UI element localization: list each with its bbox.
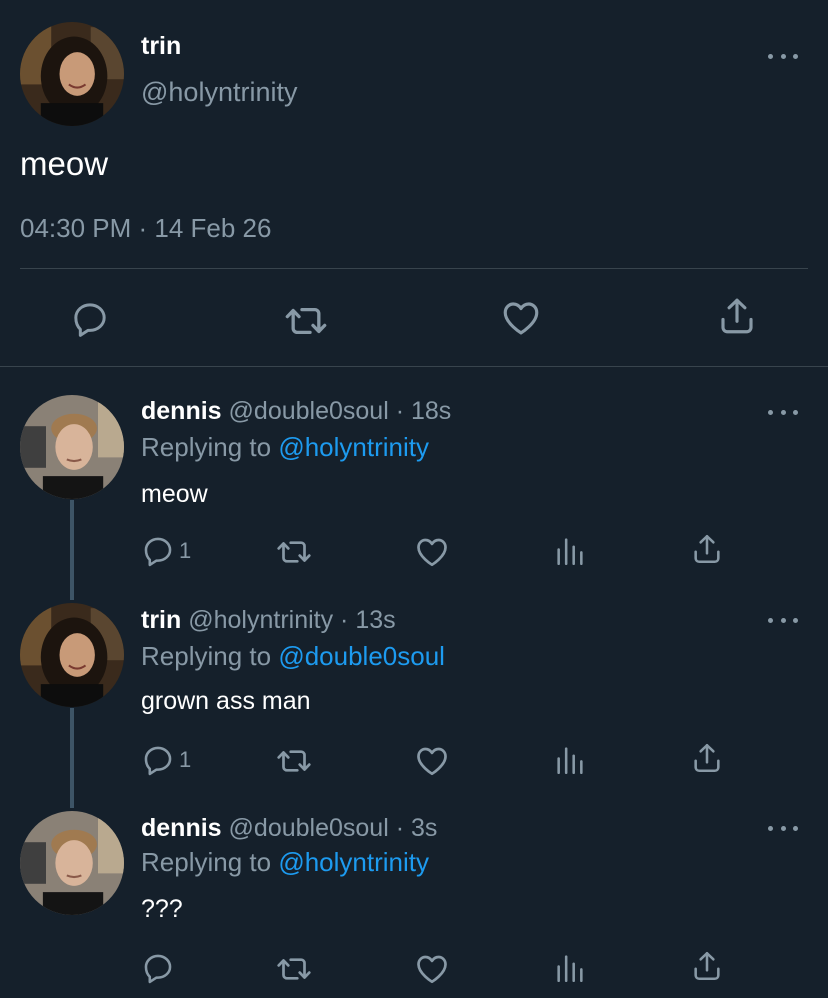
like-icon[interactable]	[414, 534, 450, 570]
like-icon[interactable]	[414, 743, 450, 779]
replying-to: Replying to @holyntrinity	[141, 847, 429, 878]
mention-link[interactable]: @holyntrinity	[278, 847, 429, 877]
author-name[interactable]: dennis	[141, 814, 222, 842]
separator: ·	[388, 814, 411, 842]
reply-icon	[141, 534, 175, 568]
replying-prefix: Replying to	[141, 641, 279, 671]
replying-prefix: Replying to	[141, 847, 279, 877]
tweet-text: meow	[20, 145, 109, 182]
author-handle[interactable]: @holyntrinity	[188, 606, 333, 634]
replying-prefix: Replying to	[141, 432, 279, 462]
reply-text: meow	[141, 480, 208, 508]
replying-to: Replying to @double0soul	[141, 641, 445, 672]
avatar[interactable]	[20, 811, 124, 915]
divider	[20, 268, 808, 269]
reply-time[interactable]: 13s	[355, 606, 395, 634]
like-icon[interactable]	[500, 297, 542, 339]
reply-button[interactable]	[141, 951, 179, 985]
share-icon[interactable]	[690, 532, 724, 566]
reply-icon	[141, 951, 175, 985]
author-handle[interactable]: @double0soul	[229, 814, 389, 842]
reply-header: trin @holyntrinity · 13s	[141, 606, 396, 635]
author-name[interactable]: trin	[141, 606, 181, 634]
retweet-icon[interactable]	[276, 534, 312, 570]
reply-icon	[141, 743, 175, 777]
reply-count: 1	[179, 538, 192, 563]
main-tweet: trin @holyntrinity meow 04:30 PM · 14 Fe…	[0, 0, 828, 367]
reply-tweet: dennis @double0soul · 3s Replying to @ho…	[0, 809, 828, 998]
reply-header: dennis @double0soul · 18s	[141, 397, 451, 426]
retweet-icon[interactable]	[284, 299, 328, 343]
reply-text: ???	[141, 895, 183, 923]
separator: ·	[388, 397, 411, 425]
analytics-icon[interactable]	[553, 534, 587, 568]
reply-icon[interactable]	[70, 299, 110, 339]
mention-link[interactable]: @double0soul	[278, 641, 445, 671]
reply-button[interactable]: 1	[141, 534, 191, 568]
reply-text: grown ass man	[141, 687, 311, 715]
retweet-icon[interactable]	[276, 951, 312, 987]
more-options-icon[interactable]	[768, 823, 798, 833]
author-name[interactable]: trin	[141, 32, 181, 61]
separator: ·	[333, 606, 356, 634]
mention-link[interactable]: @holyntrinity	[278, 432, 429, 462]
author-handle[interactable]: @holyntrinity	[141, 77, 297, 108]
tweet-timestamp[interactable]: 04:30 PM · 14 Feb 26	[20, 213, 271, 244]
reply-count: 1	[179, 747, 192, 772]
more-options-icon[interactable]	[768, 51, 798, 61]
author-name[interactable]: dennis	[141, 397, 222, 425]
avatar[interactable]	[20, 22, 124, 126]
more-options-icon[interactable]	[768, 407, 798, 417]
reply-button[interactable]: 1	[141, 743, 191, 777]
avatar[interactable]	[20, 395, 124, 499]
reply-tweet: trin @holyntrinity · 13s Replying to @do…	[0, 601, 828, 809]
author-handle[interactable]: @double0soul	[229, 397, 389, 425]
tweet-actions	[0, 295, 828, 345]
retweet-icon[interactable]	[276, 743, 312, 779]
share-icon[interactable]	[690, 949, 724, 983]
more-options-icon[interactable]	[768, 615, 798, 625]
reply-tweet: dennis @double0soul · 18s Replying to @h…	[0, 392, 828, 600]
analytics-icon[interactable]	[553, 743, 587, 777]
reply-header: dennis @double0soul · 3s	[141, 814, 437, 843]
like-icon[interactable]	[414, 951, 450, 987]
analytics-icon[interactable]	[553, 951, 587, 985]
reply-time[interactable]: 18s	[411, 397, 451, 425]
share-icon[interactable]	[690, 741, 724, 775]
share-icon[interactable]	[716, 295, 758, 337]
reply-time[interactable]: 3s	[411, 814, 437, 842]
avatar[interactable]	[20, 603, 124, 707]
replying-to: Replying to @holyntrinity	[141, 432, 429, 463]
